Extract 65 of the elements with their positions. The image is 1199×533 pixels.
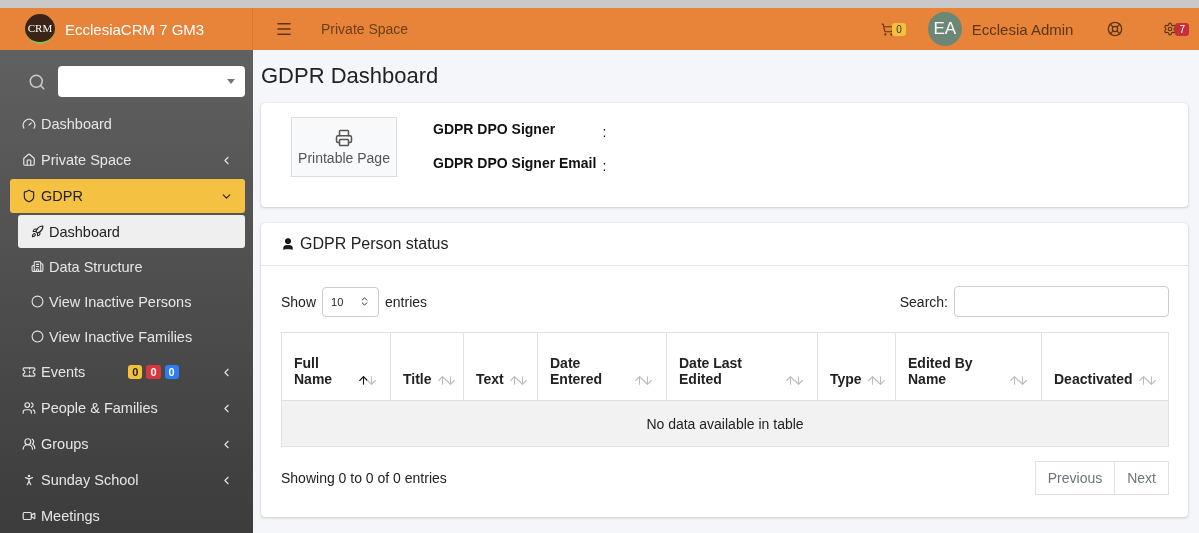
- column-header[interactable]: Edited By Name: [895, 332, 1042, 401]
- sidebar-item[interactable]: Private Space: [10, 143, 245, 177]
- cart-count: 0: [892, 22, 906, 36]
- avatar[interactable]: EA: [927, 12, 962, 46]
- menu-item-icon: [31, 295, 44, 308]
- sidebar-item[interactable]: Sunday School: [10, 463, 245, 497]
- column-header[interactable]: Text: [463, 332, 538, 401]
- menu-icon[interactable]: [275, 20, 293, 38]
- search-label: Search:: [899, 293, 948, 310]
- sidebar-subitem[interactable]: Dashboard: [18, 215, 245, 248]
- column-header[interactable]: Title: [390, 332, 464, 401]
- page-title: GDPR Dashboard: [261, 63, 440, 89]
- sidebar-item[interactable]: Meetings: [10, 499, 245, 533]
- menu-item-icon: [22, 509, 36, 523]
- sidebar-item[interactable]: Groups: [10, 427, 245, 461]
- sidebar-subitem[interactable]: Data Structure: [18, 250, 245, 283]
- empty-table-message: No data available in table: [281, 400, 1169, 447]
- menu-item-icon: [22, 365, 36, 379]
- cart-icon[interactable]: [881, 22, 895, 36]
- sidebar-item[interactable]: Events 0 0 0: [10, 355, 245, 389]
- user-name[interactable]: Ecclesia Admin: [971, 20, 1074, 38]
- sidebar-subitem[interactable]: View Inactive Families: [18, 320, 245, 353]
- menu-item-icon: [31, 225, 44, 238]
- menu-item-icon: [22, 189, 36, 203]
- field-label: GDPR DPO Signer: [433, 121, 557, 139]
- menu-item-icon: [31, 330, 44, 343]
- field-separator: :: [602, 157, 607, 176]
- column-header[interactable]: Deactivated: [1041, 332, 1169, 401]
- sidebar-item[interactable]: GDPR: [10, 179, 245, 213]
- help-icon[interactable]: [1107, 21, 1124, 37]
- table-info: Showing 0 to 0 of 0 entries: [281, 470, 447, 486]
- column-header[interactable]: Date Entered: [537, 332, 667, 401]
- pagination-button[interactable]: Next: [1114, 461, 1169, 495]
- sidebar-subitem[interactable]: View Inactive Persons: [18, 285, 245, 318]
- printer-icon: [335, 128, 353, 147]
- card-title: GDPR Person status: [300, 235, 449, 253]
- count-badge: 0: [128, 365, 143, 379]
- search-field[interactable]: [58, 66, 245, 97]
- menu-item-icon: [22, 437, 36, 451]
- table-search-field[interactable]: [954, 286, 1169, 317]
- notification-count: 7: [1175, 22, 1189, 36]
- column-header[interactable]: Full Name: [281, 332, 391, 401]
- column-header[interactable]: Type: [817, 332, 896, 401]
- page-size-select[interactable]: 10: [322, 286, 380, 317]
- pagination-button[interactable]: Previous: [1034, 461, 1116, 495]
- count-badge: 0: [164, 365, 179, 379]
- person-icon: [281, 237, 295, 251]
- menu-item-icon: [22, 153, 36, 167]
- sidebar-item[interactable]: Dashboard: [10, 107, 245, 141]
- menu-item-icon: [31, 260, 44, 273]
- entries-label: entries: [385, 293, 428, 310]
- logo: CRM: [25, 14, 55, 44]
- menu-item-icon: [22, 473, 36, 487]
- settings-icon[interactable]: [1163, 22, 1178, 36]
- menu-item-icon: [22, 401, 36, 415]
- sidebar-item[interactable]: People & Families: [10, 391, 245, 425]
- search-icon: [28, 72, 46, 91]
- field-separator: :: [602, 123, 607, 142]
- count-badge: 0: [146, 365, 161, 379]
- show-label: Show: [281, 293, 317, 310]
- menu-item-icon: [22, 117, 36, 131]
- dropdown-caret-icon: [227, 79, 235, 84]
- column-header[interactable]: Date Last Edited: [666, 332, 818, 401]
- field-label: GDPR DPO Signer Email: [433, 155, 597, 173]
- printable-page-button[interactable]: Printable Page: [291, 117, 397, 177]
